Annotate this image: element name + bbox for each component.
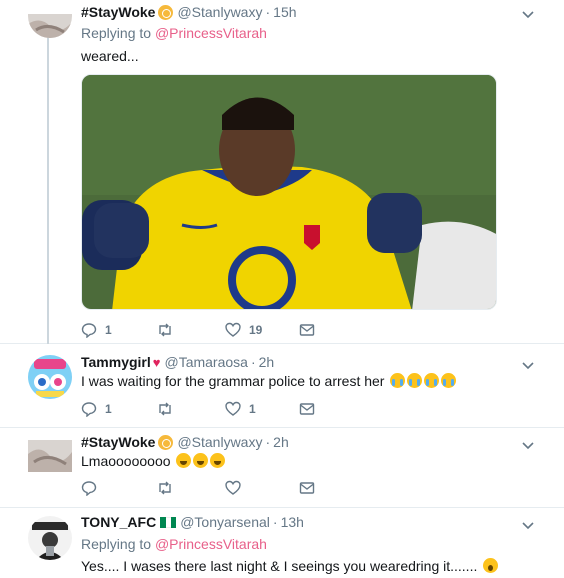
tweet-text: weared... [81,48,139,64]
display-name[interactable]: #StayWoke [81,434,155,450]
like-action[interactable]: 19 [225,322,262,338]
heart-badge-icon: ♥ [152,354,161,370]
reply-icon [81,402,97,417]
tweet-text: Yes.... I wases there last night & I see… [81,558,499,574]
envelope-icon [299,403,315,415]
like-count: 1 [249,402,256,416]
reply-count: 1 [105,402,112,416]
dm-action[interactable] [299,401,315,417]
separator: · [250,354,256,370]
like-action[interactable] [225,480,241,496]
retweet-action[interactable] [157,401,181,417]
tweet-2[interactable]: Tammygirl ♥ @Tamaraosa · 2h I was waitin… [0,344,564,428]
separator: · [272,514,278,530]
crying-emoji-icon [407,373,423,388]
tweet-actions: 1 19 [81,322,321,340]
retweet-icon [159,481,171,495]
envelope-icon [299,482,315,494]
tweet-text-body: Lmaoooooooo [81,453,171,469]
badge-icon [158,4,174,20]
reply-action[interactable]: 1 [81,401,112,417]
reply-icon [81,323,97,338]
tweet-actions [81,480,321,498]
screaming-emoji-icon [483,558,499,573]
crying-emoji-icon [390,373,406,388]
retweet-icon [159,402,171,416]
tweet-text: Lmaoooooooo 😂😂😂 [81,453,226,469]
chevron-down-icon[interactable] [522,439,534,451]
chevron-down-icon[interactable] [522,519,534,531]
crying-emoji-icon [424,373,440,388]
timestamp[interactable]: 2h [273,434,289,450]
display-name[interactable]: TONY_AFC [81,514,156,530]
replying-to: Replying to @PrincessVitarah [81,536,267,552]
username[interactable]: @Tonyarsenal [180,514,270,530]
tweet-header: TONY_AFC @Tonyarsenal · 13h [81,514,304,530]
reply-icon [81,481,97,496]
username[interactable]: @Stanlywaxy [177,434,262,450]
tweet-text-body: Yes.... I wases there last night & I see… [81,558,478,574]
avatar[interactable] [28,516,72,560]
envelope-icon [299,324,315,336]
retweet-action[interactable] [157,480,173,496]
jersey-photo-icon [82,75,496,309]
tweet-text-body: I was waiting for the grammar police to … [81,373,385,389]
tweet-media[interactable] [81,74,497,310]
retweet-action[interactable] [157,322,181,338]
heart-icon [225,480,241,495]
avatar[interactable] [28,355,72,399]
heart-icon [225,401,241,416]
laughing-emoji-icon [210,453,226,468]
crying-emoji-icon [441,373,457,388]
thread-line [47,30,49,344]
display-name[interactable]: Tammygirl [81,354,151,370]
replying-to-link[interactable]: @PrincessVitarah [155,536,267,552]
heart-icon [225,322,241,337]
replying-to-link[interactable]: @PrincessVitarah [155,25,267,41]
retweet-icon [159,323,171,337]
tweet-3[interactable]: #StayWoke @Stanlywaxy · 2h Lmaoooooooo 😂… [0,428,564,508]
timestamp[interactable]: 15h [273,4,296,20]
tweet-1[interactable]: #StayWoke @Stanlywaxy · 15h Replying to … [0,0,564,344]
chevron-down-icon[interactable] [522,359,534,371]
tweet-header: Tammygirl ♥ @Tamaraosa · 2h [81,354,274,370]
username[interactable]: @Stanlywaxy [177,4,262,20]
separator: · [265,434,271,450]
timestamp[interactable]: 2h [259,354,275,370]
chevron-down-icon[interactable] [522,8,534,20]
timestamp[interactable]: 13h [281,514,304,530]
reply-count: 1 [105,323,112,337]
tweet-actions: 1 1 [81,401,321,419]
display-name[interactable]: #StayWoke [81,4,155,20]
replying-to-prefix: Replying to [81,25,152,41]
tweet-header: #StayWoke @Stanlywaxy · 2h [81,434,289,450]
nigeria-flag-icon [160,516,177,528]
reply-action[interactable] [81,480,97,496]
laughing-emoji-icon [176,453,192,468]
separator: · [265,4,271,20]
tweet-4[interactable]: TONY_AFC @Tonyarsenal · 13h Replying to … [0,508,564,578]
laughing-emoji-icon [193,453,209,468]
replying-to: Replying to @PrincessVitarah [81,25,267,41]
tweet-header: #StayWoke @Stanlywaxy · 15h [81,4,297,20]
avatar[interactable] [28,14,72,38]
badge-icon [158,434,174,450]
tweet-text: I was waiting for the grammar police to … [81,373,457,389]
dm-action[interactable] [299,322,315,338]
like-count: 19 [249,323,263,337]
reply-action[interactable]: 1 [81,322,112,338]
username[interactable]: @Tamaraosa [164,354,247,370]
dm-action[interactable] [299,480,315,496]
avatar[interactable] [28,440,72,472]
replying-to-prefix: Replying to [81,536,152,552]
like-action[interactable]: 1 [225,401,256,417]
